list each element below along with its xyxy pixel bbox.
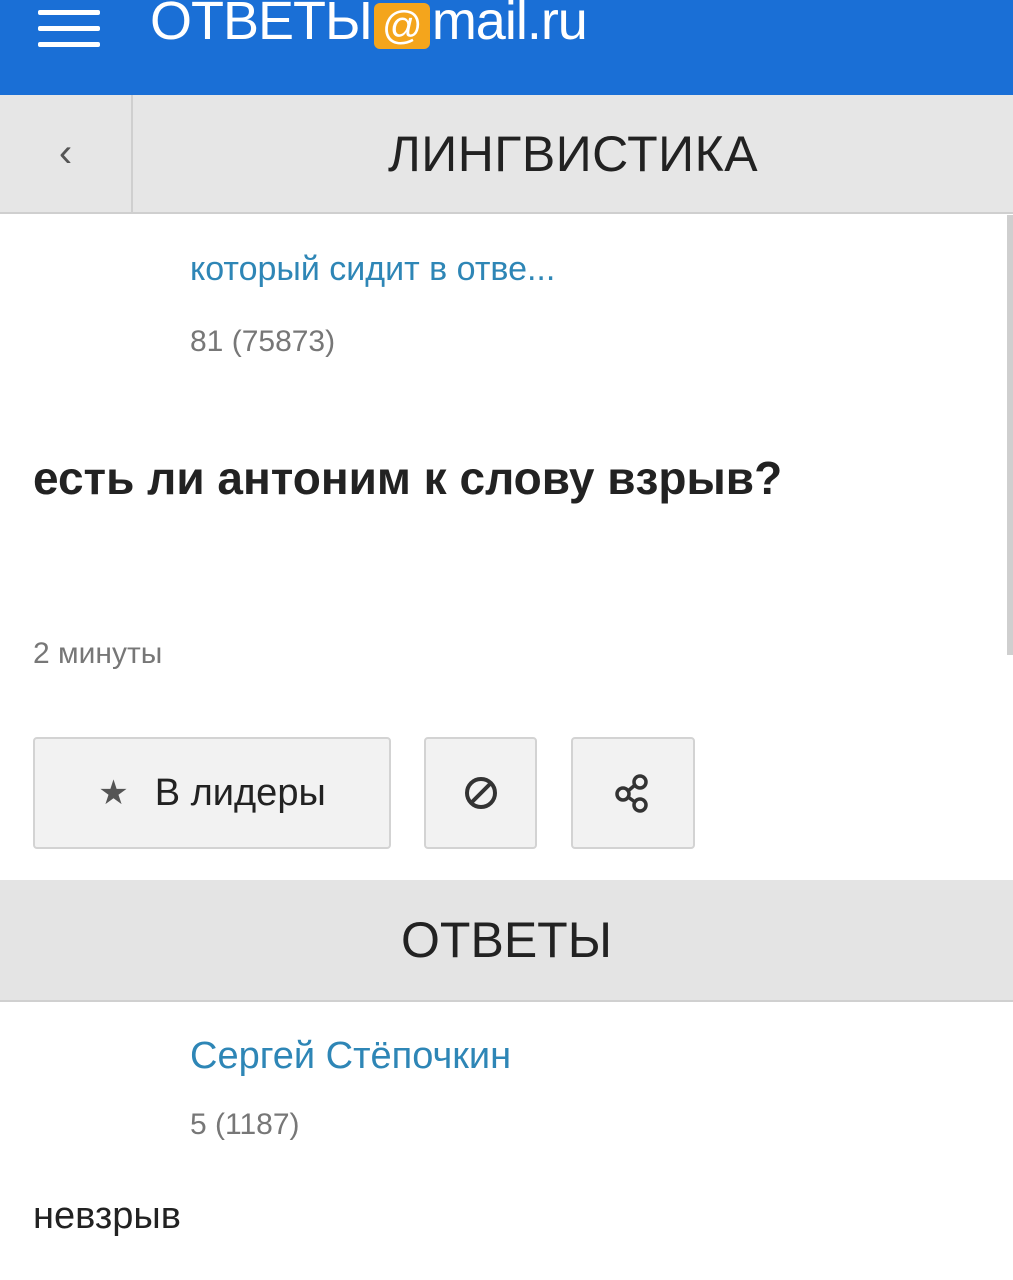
share-button[interactable] xyxy=(571,737,695,849)
chevron-left-icon: ‹ xyxy=(58,131,73,175)
category-title: ЛИНГВИСТИКА xyxy=(387,125,759,182)
menu-icon[interactable] xyxy=(38,6,100,50)
answer-author-name[interactable]: Сергей Стёпочкин xyxy=(190,1035,511,1078)
question-text: есть ли антоним к слову взрыв? xyxy=(33,452,783,504)
category-bar: ‹ ЛИНГВИСТИКА xyxy=(0,95,1013,214)
share-icon xyxy=(615,774,648,813)
to-leaders-button[interactable]: ★ В лидеры xyxy=(33,737,391,849)
answer-text: невзрыв xyxy=(33,1195,181,1237)
question-author-name[interactable]: который сидит в отве... xyxy=(190,250,555,289)
site-logo[interactable]: ОТВЕТЫ @ mail.ru xyxy=(150,0,588,56)
star-icon: ★ xyxy=(98,774,129,812)
logo-at: @ xyxy=(373,3,430,49)
logo-prefix: ОТВЕТЫ xyxy=(150,0,373,51)
answers-header: ОТВЕТЫ xyxy=(0,880,1013,1002)
answer-author-score: 5 (1187) xyxy=(190,1108,300,1141)
to-leaders-label: В лидеры xyxy=(154,771,326,814)
logo-suffix: mail.ru xyxy=(431,0,588,51)
question-author-score: 81 (75873) xyxy=(190,325,336,358)
top-bar: ОТВЕТЫ @ mail.ru xyxy=(0,0,1013,95)
question-time: 2 минуты xyxy=(33,637,163,670)
back-button[interactable]: ‹ xyxy=(0,95,133,212)
scrollbar[interactable] xyxy=(1007,215,1013,655)
block-button[interactable] xyxy=(424,737,537,849)
block-icon xyxy=(464,777,497,809)
